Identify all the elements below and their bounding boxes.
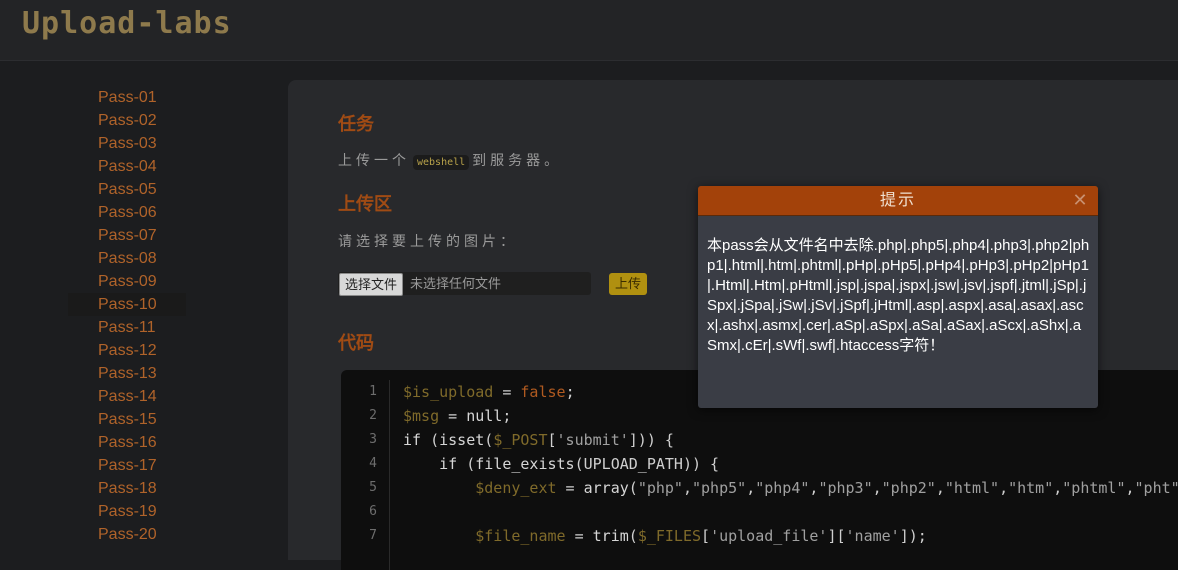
line-number: 5 — [369, 480, 377, 495]
close-icon[interactable]: ✕ — [1070, 190, 1090, 210]
task-title: 任务 — [338, 114, 374, 134]
task-code: webshell — [413, 155, 470, 170]
site-logo[interactable]: Upload-labs — [22, 6, 232, 41]
task-suffix: 到服务器。 — [472, 152, 563, 168]
sidebar-item-pass-12[interactable]: Pass-12 — [68, 339, 186, 362]
choose-file-button[interactable]: 选择文件 — [339, 273, 404, 296]
line-number-gutter: 1 2 3 4 5 6 7 — [341, 380, 390, 570]
code-line-5: $deny_ext = array("php","php5","php4","p… — [475, 479, 1178, 497]
sidebar-item-pass-11[interactable]: Pass-11 — [68, 316, 186, 339]
line-number: 3 — [369, 432, 377, 447]
code-title: 代码 — [338, 333, 374, 353]
header: Upload-labs — [0, 0, 1178, 61]
alert-dialog: 提示 ✕ 本pass会从文件名中去除.php|.php5|.php4|.php3… — [698, 186, 1098, 408]
sidebar-item-pass-01[interactable]: Pass-01 — [68, 86, 186, 109]
sidebar-item-pass-19[interactable]: Pass-19 — [68, 500, 186, 523]
code-line-4: if (file_exists(UPLOAD_PATH)) { — [439, 455, 720, 473]
sidebar: Pass-01 Pass-02 Pass-03 Pass-04 Pass-05 … — [0, 86, 200, 546]
sidebar-item-pass-04[interactable]: Pass-04 — [68, 155, 186, 178]
upload-title: 上传区 — [338, 194, 392, 214]
sidebar-item-pass-14[interactable]: Pass-14 — [68, 385, 186, 408]
line-number: 4 — [369, 456, 377, 471]
task-prefix: 上传一个 — [338, 152, 410, 168]
sidebar-item-pass-09[interactable]: Pass-09 — [68, 270, 186, 293]
line-number: 1 — [369, 384, 377, 399]
code-line-3: if (isset($_POST['submit'])) { — [403, 431, 674, 449]
sidebar-item-pass-18[interactable]: Pass-18 — [68, 477, 186, 500]
file-status: 未选择任何文件 — [410, 276, 502, 291]
sidebar-item-pass-06[interactable]: Pass-06 — [68, 201, 186, 224]
code-line-7: $file_name = trim($_FILES['upload_file']… — [475, 527, 927, 545]
task-description: 上传一个 webshell 到服务器。 — [338, 150, 562, 170]
sidebar-item-pass-20[interactable]: Pass-20 — [68, 523, 186, 546]
dialog-message: 本pass会从文件名中去除.php|.php5|.php4|.php3|.php… — [707, 237, 1090, 354]
upload-button[interactable]: 上传 — [609, 273, 648, 295]
sidebar-item-pass-05[interactable]: Pass-05 — [68, 178, 186, 201]
upload-prompt: 请选择要上传的图片： — [338, 233, 518, 249]
sidebar-item-pass-08[interactable]: Pass-08 — [68, 247, 186, 270]
sidebar-item-pass-03[interactable]: Pass-03 — [68, 132, 186, 155]
line-number: 7 — [369, 528, 377, 543]
line-number: 2 — [369, 408, 377, 423]
sidebar-item-pass-07[interactable]: Pass-07 — [68, 224, 186, 247]
sidebar-item-pass-15[interactable]: Pass-15 — [68, 408, 186, 431]
sidebar-item-pass-02[interactable]: Pass-02 — [68, 109, 186, 132]
sidebar-item-pass-10[interactable]: Pass-10 — [68, 293, 186, 316]
file-input[interactable]: 选择文件 未选择任何文件 — [338, 272, 591, 296]
line-number: 6 — [369, 504, 377, 519]
sidebar-item-pass-16[interactable]: Pass-16 — [68, 431, 186, 454]
sidebar-item-pass-17[interactable]: Pass-17 — [68, 454, 186, 477]
dialog-title: 提示 — [698, 186, 1098, 216]
sidebar-item-pass-13[interactable]: Pass-13 — [68, 362, 186, 385]
